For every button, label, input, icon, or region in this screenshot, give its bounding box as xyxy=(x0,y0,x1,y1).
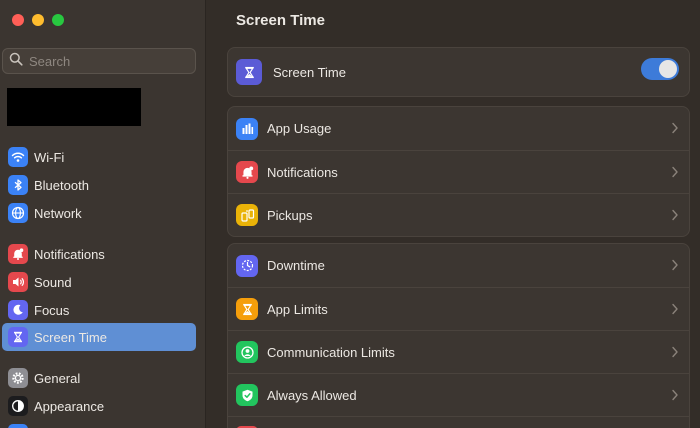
row-pickups[interactable]: Pickups xyxy=(228,193,689,236)
window-controls xyxy=(12,14,64,26)
sidebar: Wi-Fi Bluetooth Network Notifications So… xyxy=(0,0,206,428)
globe-icon xyxy=(8,203,28,223)
sidebar-item-label: General xyxy=(34,370,81,386)
bar-chart-icon xyxy=(236,117,258,140)
hourglass-icon xyxy=(8,327,28,347)
gear-icon xyxy=(8,368,28,388)
hourglass-icon xyxy=(236,59,262,85)
row-downtime[interactable]: Downtime xyxy=(228,244,689,287)
sidebar-item-wifi[interactable]: Wi-Fi xyxy=(2,143,196,171)
row-partial[interactable] xyxy=(228,416,689,428)
screen-time-master-row: Screen Time xyxy=(228,48,689,96)
row-label: Notifications xyxy=(267,164,338,180)
chevron-right-icon xyxy=(672,389,678,401)
sidebar-item-label: Network xyxy=(34,205,82,221)
speaker-icon xyxy=(8,272,28,292)
wifi-icon xyxy=(8,147,28,167)
sidebar-item-label: Bluetooth xyxy=(34,177,89,193)
chevron-right-icon xyxy=(672,346,678,358)
appearance-icon xyxy=(8,396,28,416)
row-label: Communication Limits xyxy=(267,344,395,360)
screen-time-master-label: Screen Time xyxy=(273,64,346,80)
search-icon xyxy=(9,52,23,71)
sidebar-item-label: Wi-Fi xyxy=(34,149,65,165)
bluetooth-icon xyxy=(8,175,28,195)
chevron-right-icon xyxy=(672,259,678,271)
hourglass-icon xyxy=(236,298,258,320)
sidebar-item-focus[interactable]: Focus xyxy=(2,296,196,324)
moon-icon xyxy=(8,300,28,320)
sidebar-item-appearance[interactable]: Appearance xyxy=(2,392,196,420)
person-circle-icon xyxy=(236,341,258,363)
page-title: Screen Time xyxy=(236,12,325,29)
sidebar-item-label: Sound xyxy=(34,274,72,290)
sidebar-item-notifications[interactable]: Notifications xyxy=(2,240,196,268)
row-app-limits[interactable]: App Limits xyxy=(228,287,689,330)
chevron-right-icon xyxy=(672,122,678,134)
row-label: Always Allowed xyxy=(267,387,357,403)
downtime-icon xyxy=(236,254,258,277)
search-field[interactable] xyxy=(2,48,196,74)
main-pane: Screen Time Screen Time App Usage Notifi… xyxy=(207,0,700,428)
bell-icon xyxy=(8,244,28,264)
row-app-usage[interactable]: App Usage xyxy=(228,107,689,150)
screen-time-toggle[interactable] xyxy=(641,58,679,80)
sidebar-item-label: Notifications xyxy=(34,246,105,262)
sidebar-item-network[interactable]: Network xyxy=(2,199,196,227)
limits-group-card: Downtime App Limits Communication Limits… xyxy=(227,243,690,428)
usage-group-card: App Usage Notifications Pickups xyxy=(227,106,690,237)
chevron-right-icon xyxy=(672,303,678,315)
search-input[interactable] xyxy=(29,53,189,69)
row-communication-limits[interactable]: Communication Limits xyxy=(228,330,689,373)
account-redacted-block[interactable] xyxy=(7,88,141,126)
partial-icon xyxy=(8,424,28,428)
toggle-knob xyxy=(659,60,677,78)
pickup-icon xyxy=(236,204,258,226)
row-label: App Limits xyxy=(267,301,328,317)
row-label: App Usage xyxy=(267,121,332,136)
sidebar-item-general[interactable]: General xyxy=(2,364,196,392)
sidebar-item-label: Screen Time xyxy=(34,329,107,345)
minimize-window-button[interactable] xyxy=(32,14,44,26)
screen-time-master-card: Screen Time xyxy=(227,47,690,97)
sidebar-item-sound[interactable]: Sound xyxy=(2,268,196,296)
maximize-window-button[interactable] xyxy=(52,14,64,26)
close-window-button[interactable] xyxy=(12,14,24,26)
row-label: Pickups xyxy=(267,207,313,223)
sidebar-item-label: Appearance xyxy=(34,398,105,414)
sidebar-item-bluetooth[interactable]: Bluetooth xyxy=(2,171,196,199)
row-always-allowed[interactable]: Always Allowed xyxy=(228,373,689,416)
row-notifications[interactable]: Notifications xyxy=(228,150,689,193)
bell-icon xyxy=(236,161,258,183)
sidebar-item-screen-time[interactable]: Screen Time xyxy=(2,323,196,351)
row-label: Downtime xyxy=(267,258,325,273)
sidebar-item-label: Focus xyxy=(34,302,70,318)
sidebar-item-partial[interactable] xyxy=(2,420,196,428)
chevron-right-icon xyxy=(672,166,678,178)
check-shield-icon xyxy=(236,384,258,406)
chevron-right-icon xyxy=(672,209,678,221)
